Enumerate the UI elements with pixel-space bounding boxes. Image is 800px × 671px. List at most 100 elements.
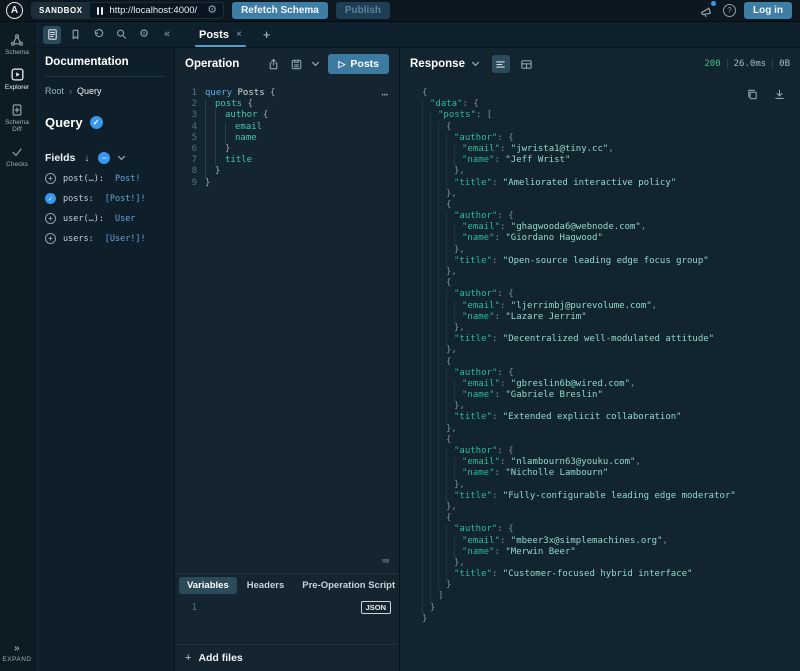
response-line: ] [422, 591, 800, 602]
response-line: "title": "Extended explicit collaboratio… [422, 412, 800, 423]
field-check-icon[interactable]: ✓ [45, 193, 56, 204]
response-line: "author": { [422, 289, 800, 300]
field-item[interactable]: +users:[User!]! [45, 233, 164, 244]
operation-history-button[interactable] [89, 26, 107, 44]
filter-minus-icon[interactable]: − [98, 152, 110, 164]
add-files-label: Add files [198, 652, 242, 664]
variables-gutter: 1 [183, 603, 197, 613]
response-line: "email": "nlambourn63@youku.com", [422, 457, 800, 468]
code-line: 3author { [175, 110, 399, 121]
documentation-title: Documentation [45, 48, 164, 77]
login-button[interactable]: Log in [744, 2, 792, 19]
response-line: "author": { [422, 133, 800, 144]
operation-tab-pre-operation-script[interactable]: Pre-Operation Script [294, 577, 399, 594]
response-line: "posts": [ [422, 110, 800, 121]
response-line: "name": "Merwin Beer" [422, 547, 800, 558]
response-line: "name": "Lazare Jerrim" [422, 312, 800, 323]
response-line: }, [422, 245, 800, 256]
sidebar-item-schema-diff[interactable]: Schema Diff [0, 103, 34, 134]
connection-icon [97, 7, 103, 15]
response-line: "title": "Decentralized well-modulated a… [422, 334, 800, 345]
endpoint-url[interactable]: http://localhost:4000/ [110, 5, 208, 16]
field-add-icon[interactable]: + [45, 213, 56, 224]
code-line: 6} [175, 144, 399, 155]
saved-operations-button[interactable] [66, 26, 84, 44]
save-operation-icon[interactable] [290, 58, 303, 71]
chevron-down-icon[interactable] [118, 153, 125, 160]
table-view-button[interactable] [518, 55, 536, 73]
history-icon [92, 28, 105, 41]
response-line: "author": { [422, 368, 800, 379]
response-format-button[interactable] [492, 55, 510, 73]
chevron-down-icon[interactable] [472, 59, 479, 66]
response-line: { [422, 88, 800, 99]
refetch-schema-button[interactable]: Refetch Schema [232, 2, 328, 19]
operation-tab-headers[interactable]: Headers [239, 577, 293, 594]
run-operation-button[interactable]: ▷ Posts [328, 54, 389, 74]
field-item[interactable]: + user(…): User [45, 213, 164, 224]
copy-icon[interactable] [746, 88, 759, 101]
field-name: user(…): [63, 214, 104, 224]
left-nav-rail: Schema Explorer Schema Diff Checks » EXP… [0, 22, 35, 671]
publish-button[interactable]: Publish [336, 2, 390, 19]
variables-editor[interactable]: 1 JSON [175, 596, 399, 644]
breadcrumb: Root › Query [45, 86, 164, 96]
keyboard-icon[interactable]: ⌨ [382, 555, 389, 568]
announcements-megaphone-icon[interactable] [697, 2, 715, 20]
add-tab-icon[interactable]: + [263, 27, 271, 42]
code-line: 1query Posts { [175, 88, 399, 99]
response-line: } [422, 614, 800, 625]
sort-arrow-icon[interactable]: ↓ [84, 153, 89, 164]
search-icon [115, 28, 128, 41]
collapse-panel-button[interactable]: « [158, 26, 176, 44]
search-button[interactable] [112, 26, 130, 44]
sidebar-item-schema[interactable]: Schema [0, 33, 34, 56]
add-icon: + [185, 652, 191, 664]
operation-editor[interactable]: ⋯ ⌨ 1query Posts {2posts {3author {4emai… [175, 80, 399, 573]
tab-posts[interactable]: Posts × [189, 22, 252, 47]
close-icon[interactable]: × [236, 29, 242, 40]
fields-header: Fields ↓ − [45, 152, 164, 164]
code-line: 2posts { [175, 99, 399, 110]
sidebar-item-checks[interactable]: Checks [0, 145, 34, 168]
response-line: }, [422, 345, 800, 356]
documentation-panel-toggle[interactable] [43, 26, 61, 44]
run-icon: ▷ [338, 59, 345, 70]
field-item[interactable]: +post(…):Post! [45, 173, 164, 184]
field-item[interactable]: ✓posts:[Post!]! [45, 193, 164, 204]
more-options-icon[interactable]: ⋯ [381, 88, 389, 101]
endpoint-bar[interactable]: SANDBOX http://localhost:4000/ ⚙ [31, 2, 224, 19]
fields-label: Fields [45, 152, 75, 164]
sidebar-item-explorer[interactable]: Explorer [0, 67, 34, 91]
response-line: "email": "jwrista1@tiny.cc", [422, 144, 800, 155]
field-add-icon[interactable]: + [45, 173, 56, 184]
apollo-logo-icon[interactable]: A [6, 2, 23, 19]
breadcrumb-root[interactable]: Root [45, 86, 64, 96]
operation-tab-variables[interactable]: Variables [179, 577, 237, 594]
field-type[interactable]: Post! [115, 174, 141, 184]
status-code: 200 [704, 59, 720, 69]
connection-settings-gear-icon[interactable]: ⚙ [207, 5, 223, 16]
breadcrumb-current: Query [77, 86, 102, 96]
documentation-icon [46, 28, 59, 41]
response-title: Response [410, 58, 465, 70]
download-icon[interactable] [773, 88, 786, 101]
chevron-down-icon[interactable] [312, 59, 319, 66]
field-type[interactable]: [Post!]! [105, 194, 146, 204]
field-type[interactable]: User [115, 214, 135, 224]
explorer-settings-button[interactable]: ⚙ [135, 26, 153, 44]
add-files-button[interactable]: + Add files [175, 644, 399, 671]
schema-icon [10, 33, 24, 47]
help-icon[interactable]: ? [723, 4, 736, 17]
share-icon[interactable] [267, 58, 280, 71]
schema-diff-icon [10, 103, 24, 117]
field-add-icon[interactable]: + [45, 233, 56, 244]
expand-rail-button[interactable]: » EXPAND [2, 643, 31, 663]
field-type[interactable]: [User!]! [105, 234, 146, 244]
sandbox-badge: SANDBOX [32, 3, 90, 18]
response-line: "name": "Nicholle Lambourn" [422, 468, 800, 479]
response-line: "author": { [422, 211, 800, 222]
panels: Documentation Root › Query Query ✓ Field… [35, 48, 800, 671]
response-line: }, [422, 424, 800, 435]
sidebar-item-label: Explorer [5, 84, 29, 91]
